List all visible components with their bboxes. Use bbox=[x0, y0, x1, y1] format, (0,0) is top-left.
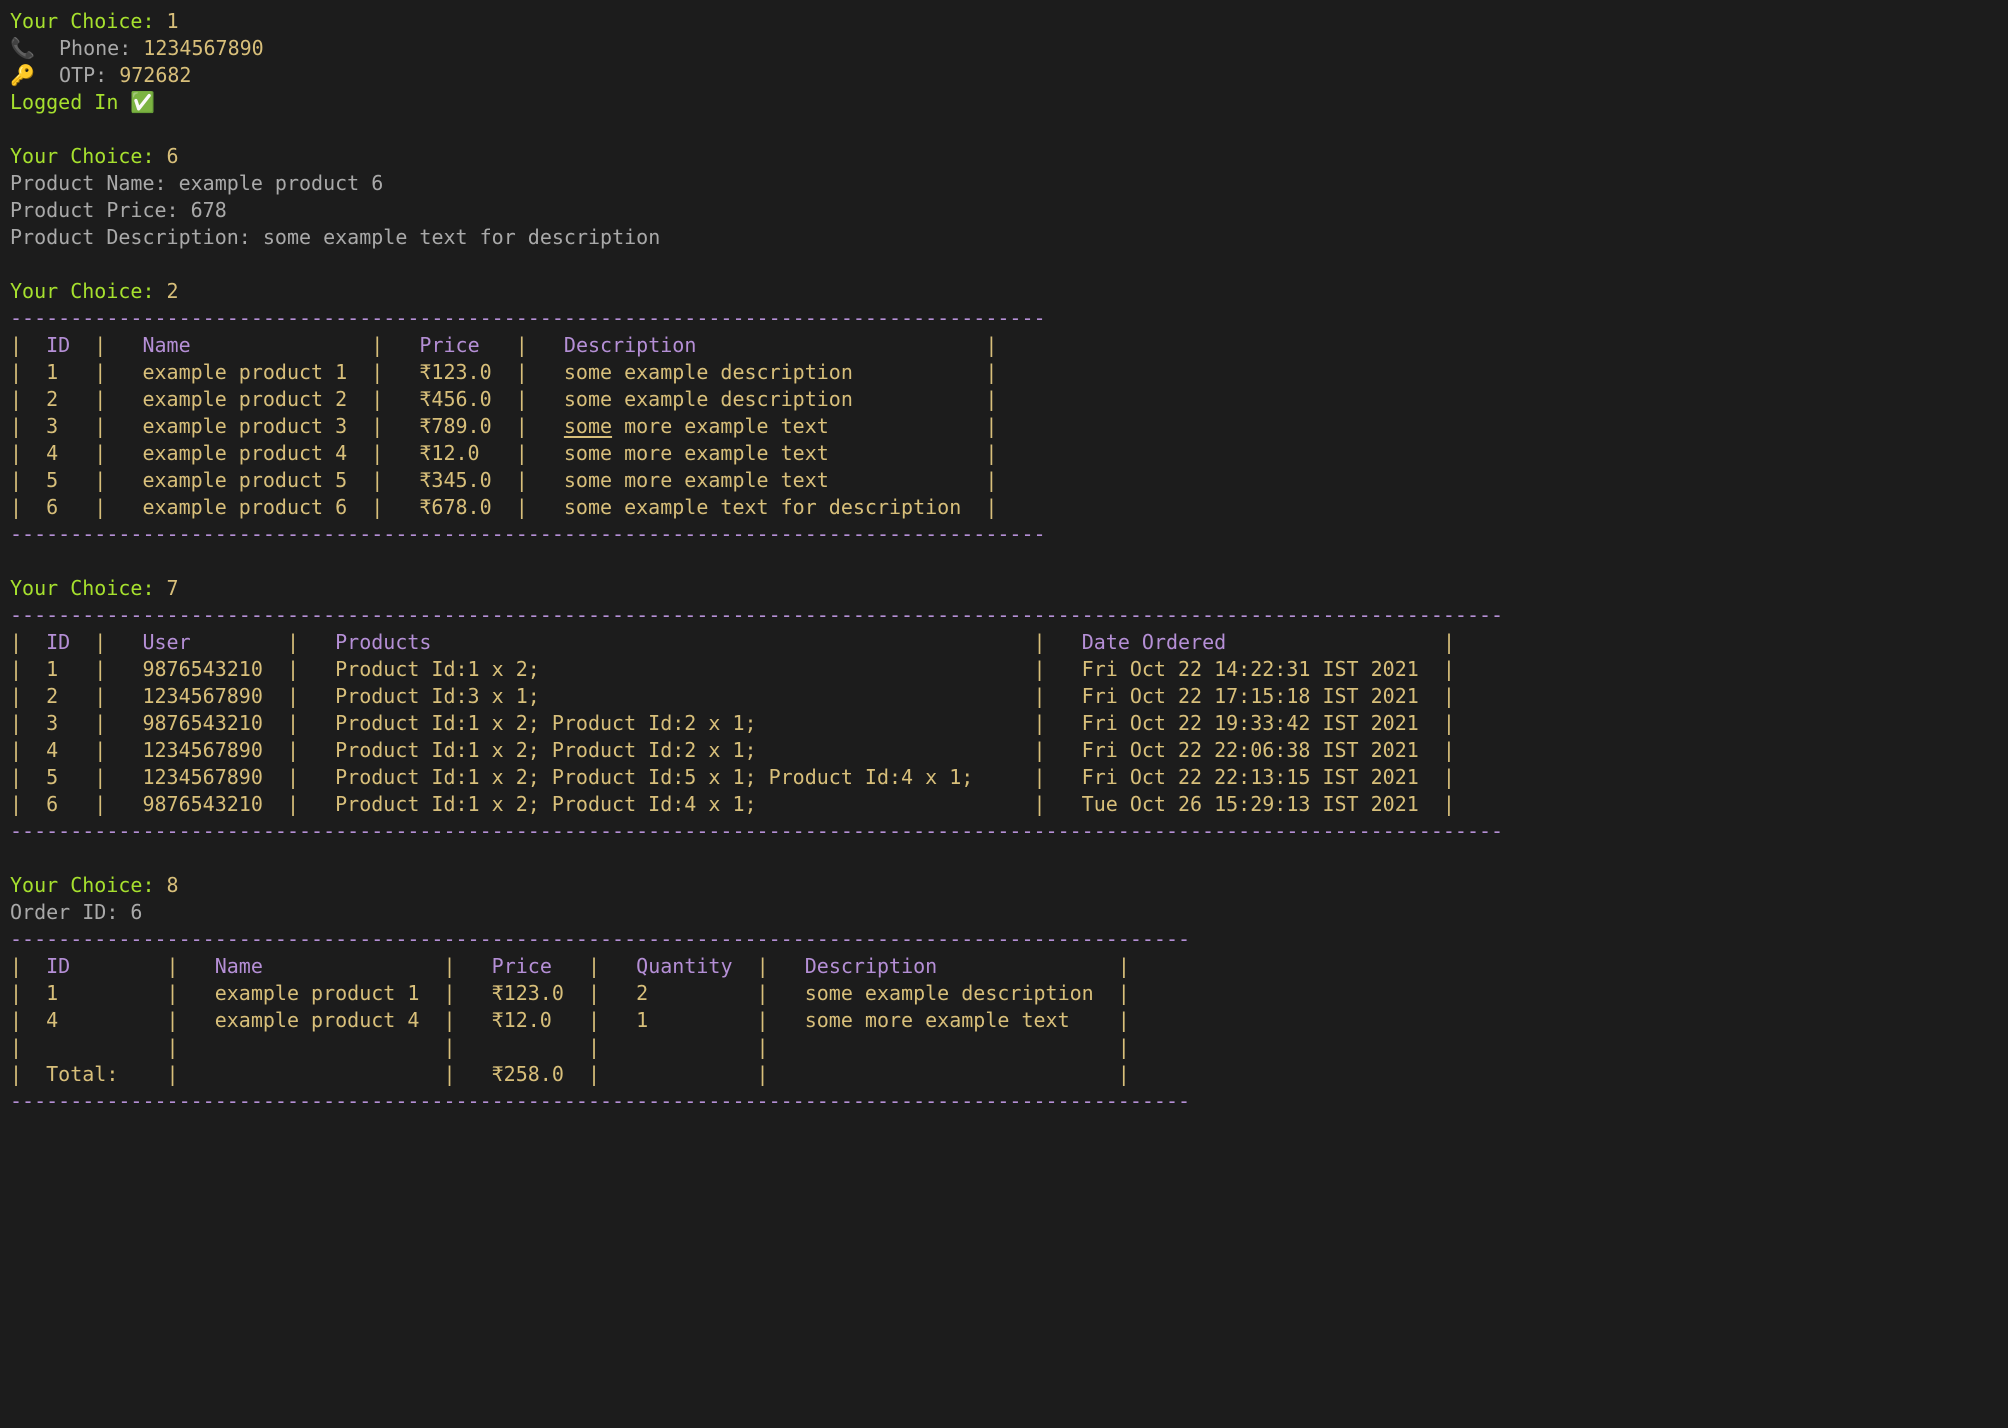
table-row: | 1 | example product 1 | ₹123.0 | some … bbox=[10, 359, 1998, 386]
table-header: | ID | Name | Price | Quantity | Descrip… bbox=[10, 953, 1998, 980]
terminal-output: Your Choice: 1 📞 Phone: 1234567890 🔑 OTP… bbox=[0, 0, 2008, 1145]
product-price-label: Product Price: bbox=[10, 198, 191, 222]
login-status-label: Logged In bbox=[10, 90, 130, 114]
table-rule: ----------------------------------------… bbox=[10, 521, 1998, 548]
otp-value: 972682 bbox=[119, 63, 191, 87]
table-row-blank: | | | | | | bbox=[10, 1034, 1998, 1061]
table-row: | 5 | 1234567890 | Product Id:1 x 2; Pro… bbox=[10, 764, 1998, 791]
prompt-label: Your Choice: bbox=[10, 576, 167, 600]
phone-label: Phone: bbox=[35, 36, 143, 60]
order-detail-table: ----------------------------------------… bbox=[10, 926, 1998, 1115]
table-header: | ID | User | Products | Date Ordered | bbox=[10, 629, 1998, 656]
table-row: | 2 | 1234567890 | Product Id:3 x 1; | F… bbox=[10, 683, 1998, 710]
prompt-label: Your Choice: bbox=[10, 873, 167, 897]
prompt-line: Your Choice: 2 bbox=[10, 278, 1998, 305]
product-name-line: Product Name: example product 6 bbox=[10, 170, 1998, 197]
prompt-line: Your Choice: 6 bbox=[10, 143, 1998, 170]
choice-value: 1 bbox=[167, 9, 179, 33]
choice-value: 8 bbox=[167, 873, 179, 897]
table-rule: ----------------------------------------… bbox=[10, 602, 1998, 629]
order-id-line: Order ID: 6 bbox=[10, 899, 1998, 926]
prompt-line: Your Choice: 8 bbox=[10, 872, 1998, 899]
product-price-line: Product Price: 678 bbox=[10, 197, 1998, 224]
phone-line: 📞 Phone: 1234567890 bbox=[10, 35, 1998, 62]
orders-table: ----------------------------------------… bbox=[10, 602, 1998, 845]
prompt-line: Your Choice: 1 bbox=[10, 8, 1998, 35]
table-row: | 4 | 1234567890 | Product Id:1 x 2; Pro… bbox=[10, 737, 1998, 764]
check-icon: ✅ bbox=[130, 90, 155, 114]
otp-line: 🔑 OTP: 972682 bbox=[10, 62, 1998, 89]
table-header: | ID | Name | Price | Description | bbox=[10, 332, 1998, 359]
table-total-row: | Total: | | ₹258.0 | | | bbox=[10, 1061, 1998, 1088]
otp-label: OTP: bbox=[35, 63, 119, 87]
table-row: | 6 | example product 6 | ₹678.0 | some … bbox=[10, 494, 1998, 521]
prompt-label: Your Choice: bbox=[10, 279, 167, 303]
choice-value: 2 bbox=[167, 279, 179, 303]
table-row: | 4 | example product 4 | ₹12.0 | some m… bbox=[10, 440, 1998, 467]
product-name-label: Product Name: bbox=[10, 171, 179, 195]
table-rule: ----------------------------------------… bbox=[10, 1088, 1998, 1115]
table-row: | 1 | 9876543210 | Product Id:1 x 2; | F… bbox=[10, 656, 1998, 683]
table-row: | 4 | example product 4 | ₹12.0 | 1 | so… bbox=[10, 1007, 1998, 1034]
product-desc-label: Product Description: bbox=[10, 225, 263, 249]
phone-icon: 📞 bbox=[10, 36, 35, 60]
choice-value: 6 bbox=[167, 144, 179, 168]
table-row: | 3 | 9876543210 | Product Id:1 x 2; Pro… bbox=[10, 710, 1998, 737]
table-row: | 1 | example product 1 | ₹123.0 | 2 | s… bbox=[10, 980, 1998, 1007]
product-price-value: 678 bbox=[191, 198, 227, 222]
table-row: | 5 | example product 5 | ₹345.0 | some … bbox=[10, 467, 1998, 494]
login-status-line: Logged In ✅ bbox=[10, 89, 1998, 116]
key-icon: 🔑 bbox=[10, 63, 35, 87]
product-name-value: example product 6 bbox=[179, 171, 384, 195]
table-rule: ----------------------------------------… bbox=[10, 818, 1998, 845]
product-desc-value: some example text for description bbox=[263, 225, 660, 249]
table-row: | 6 | 9876543210 | Product Id:1 x 2; Pro… bbox=[10, 791, 1998, 818]
table-rule: ----------------------------------------… bbox=[10, 926, 1998, 953]
choice-value: 7 bbox=[167, 576, 179, 600]
product-desc-line: Product Description: some example text f… bbox=[10, 224, 1998, 251]
table-row: | 3 | example product 3 | ₹789.0 | some … bbox=[10, 413, 1998, 440]
prompt-label: Your Choice: bbox=[10, 9, 167, 33]
order-id-value: 6 bbox=[130, 900, 142, 924]
prompt-label: Your Choice: bbox=[10, 144, 167, 168]
phone-value: 1234567890 bbox=[143, 36, 263, 60]
order-id-label: Order ID: bbox=[10, 900, 130, 924]
table-rule: ----------------------------------------… bbox=[10, 305, 1998, 332]
table-row: | 2 | example product 2 | ₹456.0 | some … bbox=[10, 386, 1998, 413]
products-table: ----------------------------------------… bbox=[10, 305, 1998, 548]
prompt-line: Your Choice: 7 bbox=[10, 575, 1998, 602]
